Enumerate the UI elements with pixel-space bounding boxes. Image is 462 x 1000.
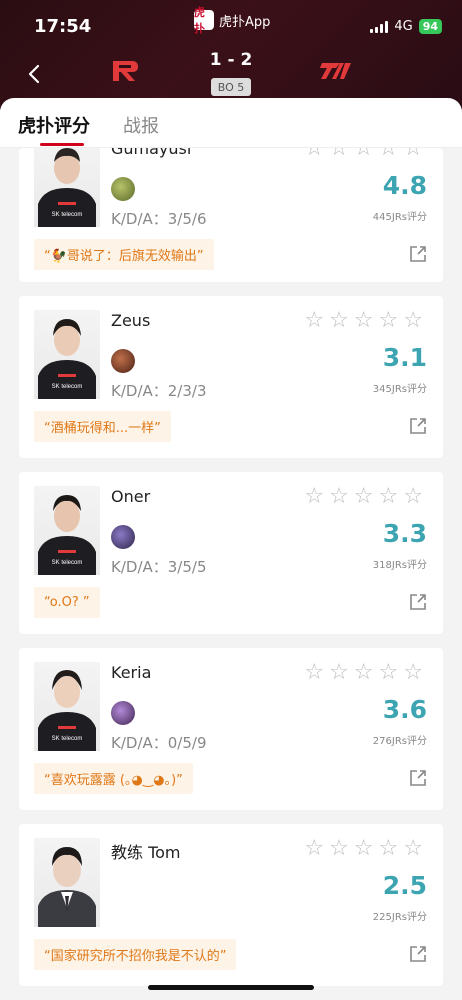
player-name: Zeus [111, 311, 151, 330]
rating-count: 445JRs评分 [372, 212, 427, 223]
player-photo: SK telecom [34, 486, 100, 575]
player-card[interactable]: SK telecom Keria K/D/A：0/5/9 ☆ ☆ ☆ ☆ ☆ 3.6 2… [19, 648, 443, 810]
player-rating: 3.3 [382, 519, 427, 548]
rating-stars[interactable]: ☆ ☆ ☆ ☆ ☆ [304, 662, 423, 684]
champion-icon [111, 525, 135, 549]
tab-ratings[interactable]: 虎扑评分 [18, 112, 90, 138]
signal-icon [370, 20, 389, 33]
app-icon: 虎扑 [194, 6, 214, 35]
svg-text:SK telecom: SK telecom [52, 212, 83, 218]
player-photo: SK telecom [34, 310, 100, 399]
star-icon[interactable]: ☆ [304, 838, 324, 860]
star-icon[interactable]: ☆ [403, 310, 423, 332]
match-format-badge: BO 5 [211, 78, 251, 96]
champion-icon [111, 701, 135, 725]
team-a-logo-icon[interactable] [110, 56, 140, 86]
home-indicator[interactable] [148, 985, 314, 990]
star-icon[interactable]: ☆ [403, 662, 423, 684]
player-rating: 3.6 [382, 695, 427, 724]
player-photo [34, 838, 100, 927]
svg-text:SK telecom: SK telecom [52, 736, 83, 742]
player-photo: SK telecom [34, 662, 100, 751]
player-name: 教练 Tom [111, 843, 181, 862]
top-comment[interactable]: “o.O? ” [34, 587, 100, 618]
star-icon[interactable]: ☆ [354, 662, 374, 684]
share-icon[interactable] [409, 417, 427, 435]
player-name: Gumayusi [111, 148, 192, 158]
player-kda: K/D/A：0/5/9 [111, 734, 207, 752]
player-card[interactable]: 教练 Tom ☆ ☆ ☆ ☆ ☆ 2.5 225JRs评分 “国家研究所不招你我是不认的… [19, 824, 443, 986]
app-name: 虎扑App [219, 14, 271, 30]
rating-count: 345JRs评分 [372, 384, 427, 395]
star-icon[interactable]: ☆ [304, 486, 324, 508]
player-name: Oner [111, 487, 151, 506]
player-card[interactable]: SK telecom Zeus K/D/A：2/3/3 ☆ ☆ ☆ ☆ ☆ 3.1 34… [19, 296, 443, 458]
top-comment[interactable]: “国家研究所不招你我是不认的” [34, 939, 237, 970]
tab-bar: 虎扑评分 战报 [0, 98, 462, 148]
rating-stars[interactable]: ☆ ☆ ☆ ☆ ☆ [304, 148, 423, 160]
player-rating: 3.1 [382, 343, 427, 372]
star-icon[interactable]: ☆ [403, 486, 423, 508]
status-time: 17:54 [34, 16, 92, 37]
player-photo: SK telecom [34, 148, 100, 227]
tab-report[interactable]: 战报 [123, 112, 159, 138]
chevron-left-icon [28, 64, 40, 84]
network-label: 4G [394, 19, 413, 34]
player-card[interactable]: SK telecom Gumayusi K/D/A：3/5/6 ☆ ☆ ☆ ☆ ☆ 4.… [19, 148, 443, 282]
star-icon[interactable]: ☆ [304, 662, 324, 684]
top-comment[interactable]: “酒桶玩得和...一样” [34, 411, 171, 442]
top-comment[interactable]: “🐓哥说了：后旗无效输出” [34, 239, 214, 270]
star-icon[interactable]: ☆ [403, 838, 423, 860]
star-icon[interactable]: ☆ [379, 662, 399, 684]
status-icons: 4G 94 [370, 19, 442, 34]
rating-count: 318JRs评分 [372, 560, 427, 571]
star-icon[interactable]: ☆ [354, 310, 374, 332]
player-rating: 2.5 [382, 871, 427, 900]
player-card[interactable]: SK telecom Oner K/D/A：3/5/5 ☆ ☆ ☆ ☆ ☆ 3.3 31… [19, 472, 443, 634]
champion-icon [111, 177, 135, 201]
share-icon[interactable] [409, 769, 427, 787]
player-kda: K/D/A：3/5/5 [111, 558, 207, 576]
star-icon[interactable]: ☆ [379, 148, 399, 160]
rating-count: 276JRs评分 [372, 736, 427, 747]
rating-stars[interactable]: ☆ ☆ ☆ ☆ ☆ [304, 838, 423, 860]
player-rating: 4.8 [382, 171, 427, 200]
star-icon[interactable]: ☆ [379, 486, 399, 508]
team-b-logo-icon[interactable] [320, 60, 354, 82]
player-name: Keria [111, 663, 152, 682]
top-comment[interactable]: “喜欢玩露露 (｡◕‿◕｡)” [34, 763, 193, 794]
rating-stars[interactable]: ☆ ☆ ☆ ☆ ☆ [304, 486, 423, 508]
champion-icon [111, 349, 135, 373]
app-indicator: 虎扑 虎扑App [194, 6, 271, 35]
match-header: 17:54 虎扑 虎扑App 4G 94 1 - 2 BO 5 [0, 0, 462, 110]
star-icon[interactable]: ☆ [354, 148, 374, 160]
star-icon[interactable]: ☆ [379, 838, 399, 860]
star-icon[interactable]: ☆ [329, 310, 349, 332]
match-score: 1 - 2 [209, 50, 253, 70]
star-icon[interactable]: ☆ [329, 486, 349, 508]
star-icon[interactable]: ☆ [329, 148, 349, 160]
tab-active-indicator [40, 143, 84, 146]
share-icon[interactable] [409, 245, 427, 263]
rating-count: 225JRs评分 [372, 912, 427, 923]
share-icon[interactable] [409, 593, 427, 611]
star-icon[interactable]: ☆ [304, 310, 324, 332]
player-kda: K/D/A：3/5/6 [111, 210, 207, 228]
star-icon[interactable]: ☆ [403, 148, 423, 160]
star-icon[interactable]: ☆ [329, 838, 349, 860]
battery-icon: 94 [418, 19, 442, 34]
star-icon[interactable]: ☆ [354, 486, 374, 508]
share-icon[interactable] [409, 945, 427, 963]
star-icon[interactable]: ☆ [329, 662, 349, 684]
back-button[interactable] [22, 60, 46, 88]
svg-text:SK telecom: SK telecom [52, 560, 83, 566]
player-kda: K/D/A：2/3/3 [111, 382, 207, 400]
star-icon[interactable]: ☆ [379, 310, 399, 332]
svg-text:SK telecom: SK telecom [52, 384, 83, 390]
rating-stars[interactable]: ☆ ☆ ☆ ☆ ☆ [304, 310, 423, 332]
star-icon[interactable]: ☆ [354, 838, 374, 860]
star-icon[interactable]: ☆ [304, 148, 324, 160]
